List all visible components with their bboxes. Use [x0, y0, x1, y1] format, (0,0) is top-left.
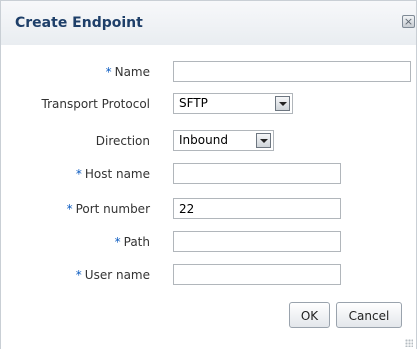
host-name-input[interactable] [173, 163, 341, 184]
direction-value: Inbound [179, 133, 228, 147]
chevron-down-icon[interactable] [275, 96, 290, 111]
dialog-titlebar: Create Endpoint × [1, 1, 416, 45]
transport-protocol-value: SFTP [179, 96, 208, 110]
required-marker: * [75, 268, 82, 282]
required-marker: * [105, 65, 112, 79]
direction-label: Direction [95, 134, 150, 148]
dialog-body: * Name Transport Protocol SFTP Direction … [1, 45, 416, 350]
required-marker: * [75, 167, 82, 181]
direction-select[interactable]: Inbound [173, 130, 274, 151]
chevron-down-icon[interactable] [256, 133, 271, 148]
required-marker: * [114, 235, 121, 249]
name-input[interactable] [173, 61, 411, 82]
cancel-button[interactable]: Cancel [336, 302, 402, 328]
transport-protocol-select[interactable]: SFTP [173, 93, 293, 114]
create-endpoint-dialog: Create Endpoint × * Name Transport Protoc… [0, 0, 417, 350]
resize-grip-icon[interactable] [405, 339, 413, 347]
host-name-label: * Host name [75, 167, 150, 181]
required-marker: * [66, 202, 73, 216]
user-name-input[interactable] [173, 264, 341, 285]
path-input[interactable] [173, 231, 341, 252]
transport-protocol-label: Transport Protocol [41, 97, 150, 111]
dialog-title: Create Endpoint [15, 15, 143, 31]
name-label: * Name [105, 65, 150, 79]
ok-button[interactable]: OK [289, 302, 330, 328]
port-number-label: * Port number [66, 202, 150, 216]
port-number-input[interactable] [173, 198, 341, 219]
user-name-label: * User name [75, 268, 150, 282]
close-icon[interactable]: × [402, 15, 415, 28]
path-label: * Path [114, 235, 150, 249]
